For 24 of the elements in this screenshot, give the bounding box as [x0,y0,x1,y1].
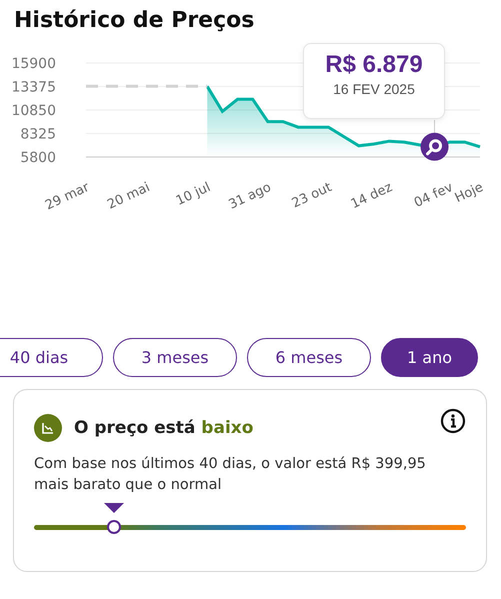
x-tick-label: 20 mai [105,180,152,213]
x-tick-label: 14 dez [348,180,395,212]
x-tick-label: 10 jul [174,180,213,210]
status-title: O preço está [74,418,196,438]
y-tick-label: 8325 [20,126,56,143]
tooltip-price: R$ 6.879 [324,52,424,79]
range-button[interactable]: 6 meses [247,338,371,378]
y-tick-label: 15900 [11,56,56,72]
y-tick-label: 5800 [20,150,56,166]
page-title: Histórico de Preços [14,8,256,34]
x-tick-label: 23 out [290,180,334,212]
x-tick-label: 31 ago [226,180,274,213]
range-button[interactable]: 1 ano [381,338,478,378]
info-icon[interactable] [440,408,466,434]
range-button[interactable]: 3 meses [113,338,237,378]
range-button[interactable]: 40 dias [0,338,103,378]
x-tick-label: Hoje [452,180,486,206]
meter-thumb [106,520,121,534]
x-tick-label: 04 fev [412,180,456,212]
x-tick-label: 29 mar [43,180,92,214]
status-description: Com base nos últimos 40 dias, o valor está R$ 399,95 mais barato que o normal [34,455,427,495]
y-tick-label: 10850 [11,103,56,120]
status-level-word: baixo [201,418,254,438]
y-tick-label: 13375 [11,80,56,96]
